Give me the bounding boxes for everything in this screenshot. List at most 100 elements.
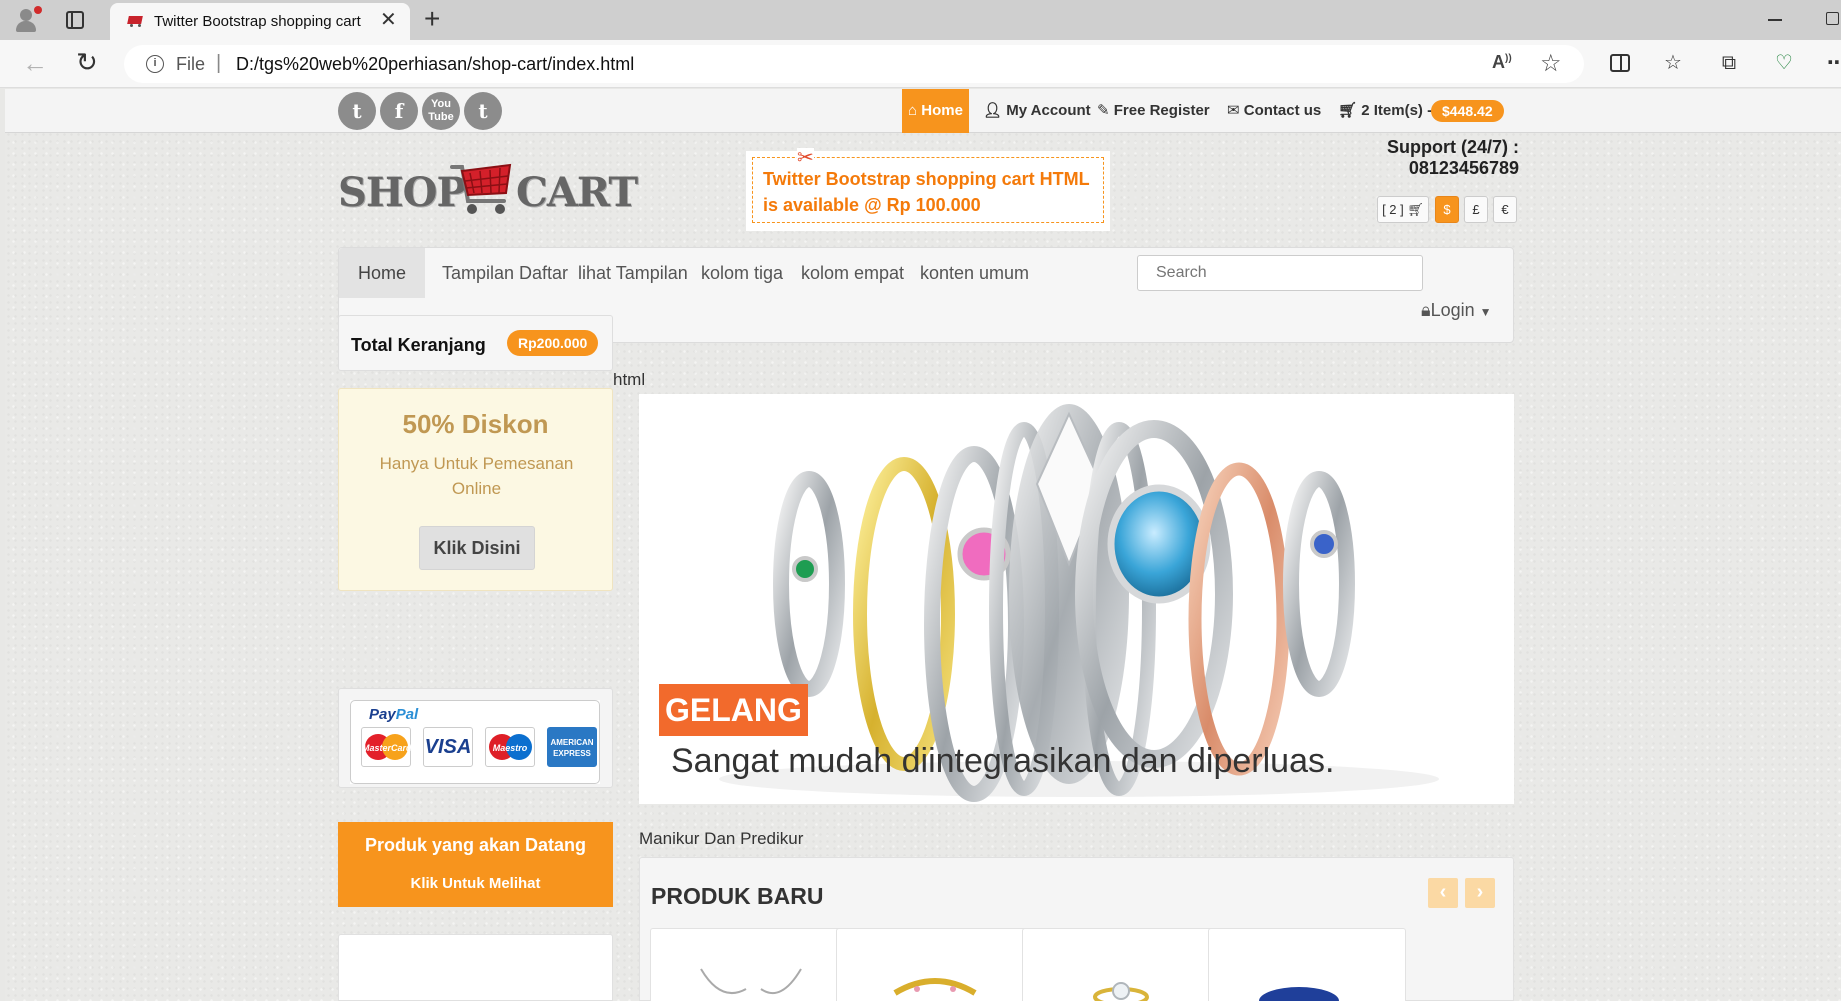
star-icon[interactable]: ☆	[1540, 49, 1562, 78]
top-nav-register[interactable]: ✎ Free Register	[1097, 89, 1210, 133]
tab-actions-icon[interactable]	[66, 11, 84, 29]
slide-caption: Sangat mudah diintegrasikan dan diperlua…	[671, 742, 1335, 780]
search-input[interactable]	[1137, 255, 1423, 291]
new-products-title: PRODUK BARU	[651, 883, 824, 909]
collections-icon[interactable]: ⧉	[1718, 52, 1740, 74]
url-field[interactable]: i File | D:/tgs%20web%20perhiasan/shop-c…	[124, 45, 1584, 83]
diamond-ring-image	[1093, 982, 1149, 1001]
cart-total-panel: Total Keranjang Rp200.000	[338, 315, 613, 371]
currency-euro[interactable]: €	[1493, 196, 1517, 223]
product-thumbnail[interactable]	[1022, 928, 1220, 1001]
top-nav-home-label: Home	[921, 102, 963, 119]
paypal-card-border: PayPal MasterCard VISA Maestro AMERICAN …	[350, 700, 600, 784]
payment-panel: PayPal MasterCard VISA Maestro AMERICAN …	[338, 688, 613, 788]
nav-home[interactable]: Home	[339, 248, 426, 298]
nav-konten-umum[interactable]: konten umum	[901, 248, 1048, 298]
top-nav-register-label: Free Register	[1113, 102, 1210, 119]
more-icon[interactable]: ⋯	[1826, 52, 1841, 74]
close-icon[interactable]: ✕	[380, 10, 397, 30]
discount-button[interactable]: Klik Disini	[419, 526, 535, 570]
necklace-image	[700, 968, 802, 994]
minimize-icon[interactable]	[1768, 19, 1782, 21]
support-phone: Support (24/7) : 08123456789	[1386, 137, 1519, 178]
plus-icon[interactable]: +	[424, 4, 440, 34]
url-separator: |	[216, 52, 222, 74]
scissors-icon: ✂	[797, 147, 814, 169]
top-nav-account[interactable]: 👤︎ My Account	[983, 89, 1091, 133]
mastercard-label: MasterCard	[362, 743, 412, 753]
product-thumbnail[interactable]	[650, 928, 848, 1001]
hero-slider[interactable]: GELANG Sangat mudah diintegrasikan dan d…	[639, 394, 1514, 804]
youtube-icon[interactable]: You Tube	[422, 92, 460, 130]
cart-icon: 🛒︎	[1407, 202, 1424, 217]
mini-cart-button[interactable]: [ 2 ] 🛒︎	[1377, 196, 1429, 223]
cart-total-badge: $448.42	[1431, 100, 1504, 122]
top-nav-cart-label: 2 Item(s) -	[1361, 102, 1433, 119]
tab-title: Twitter Bootstrap shopping cart	[154, 13, 361, 30]
upcoming-link[interactable]: Klik Untuk Melihat	[338, 875, 613, 892]
amex-icon: AMERICAN EXPRESS	[547, 727, 597, 767]
facebook-icon[interactable]: f	[380, 92, 418, 130]
back-icon[interactable]: ←	[22, 50, 48, 76]
caret-down-icon: ▼	[1479, 305, 1492, 319]
reload-icon[interactable]: ↻	[76, 49, 98, 75]
product-thumbnail[interactable]	[836, 928, 1034, 1001]
top-nav-home[interactable]: ⌂ Home	[902, 89, 969, 133]
read-aloud-icon[interactable]: A))	[1492, 52, 1512, 73]
shop-cart-logo[interactable]: SHOP CART	[338, 155, 638, 221]
cart-favicon-icon	[126, 14, 144, 28]
promo-line-1: Twitter Bootstrap shopping cart HTML	[763, 169, 1090, 189]
top-nav-contact[interactable]: ✉ Contact us	[1227, 89, 1321, 133]
user-icon: 👤︎	[983, 102, 1003, 119]
currency-dollar[interactable]: $	[1435, 196, 1459, 223]
currency-pound[interactable]: £	[1464, 196, 1488, 223]
amex-label: AMERICAN EXPRESS	[550, 738, 594, 758]
discount-panel: 50% Diskon Hanya Untuk Pemesanan Online …	[338, 388, 613, 591]
maestro-label: Maestro	[492, 743, 528, 753]
logo-text-cart: CART	[516, 169, 638, 216]
product-thumbnail[interactable]	[1208, 928, 1406, 1001]
lock-icon: 🔒︎	[1421, 300, 1431, 320]
envelope-icon: ✉	[1227, 102, 1240, 119]
promo-coupon: ✂ Twitter Bootstrap shopping cart HTML i…	[752, 148, 1104, 223]
carousel-next-button[interactable]: ›	[1465, 878, 1495, 908]
login-label: Login	[1430, 300, 1475, 320]
logo-text-shop: SHOP	[338, 169, 467, 216]
new-products-panel: PRODUK BARU ‹ ›	[639, 857, 1514, 1001]
visa-icon: VISA	[423, 727, 473, 767]
favorites-icon[interactable]: ☆	[1662, 52, 1684, 74]
carousel-prev-button[interactable]: ‹	[1428, 878, 1458, 908]
maximize-icon[interactable]	[1826, 12, 1839, 25]
paypal-suffix: Pal	[395, 706, 419, 723]
sapphire-ring-image	[1259, 987, 1339, 1001]
url-scheme: File	[176, 54, 206, 74]
tumblr-icon[interactable]: t	[464, 92, 502, 130]
slide-label: GELANG	[659, 684, 808, 736]
section-label: Manikur Dan Predikur	[639, 829, 804, 848]
url-text[interactable]: D:/tgs%20web%20perhiasan/shop-cart/index…	[236, 54, 634, 75]
paypal-prefix: Pay	[369, 706, 396, 723]
browser-tab[interactable]: Twitter Bootstrap shopping cart ✕	[110, 3, 410, 40]
twitter-icon[interactable]: t	[338, 92, 376, 130]
edit-icon: ✎	[1097, 102, 1110, 119]
top-nav-account-label: My Account	[1006, 102, 1091, 119]
web-page: t f You Tube t ⌂ Home 👤︎ My Account ✎ Fr…	[5, 89, 1841, 1001]
discount-text: Hanya Untuk Pemesanan Online	[379, 454, 574, 498]
promo-line-2: is available @ Rp 100.000	[763, 195, 981, 215]
cart-total-value: Rp200.000	[507, 330, 599, 356]
profile-icon[interactable]	[12, 6, 44, 34]
paypal-logo: PayPal	[369, 706, 418, 723]
split-screen-icon[interactable]	[1610, 54, 1630, 72]
address-bar: ← ↻ i File | D:/tgs%20web%20perhiasan/sh…	[0, 40, 1841, 88]
trolley-icon	[450, 163, 512, 214]
login-dropdown[interactable]: 🔒︎Login ▼	[1421, 300, 1492, 321]
info-icon[interactable]: i	[146, 55, 164, 73]
promo-box[interactable]: ✂ Twitter Bootstrap shopping cart HTML i…	[746, 148, 1110, 231]
mastercard-icon: MasterCard	[361, 727, 412, 767]
performance-icon[interactable]: ♡	[1773, 52, 1795, 74]
upcoming-products-banner[interactable]: Produk yang akan Datang Klik Untuk Melih…	[338, 822, 613, 907]
paypal-image: PayPal MasterCard VISA Maestro AMERICAN …	[350, 700, 600, 784]
mini-cart-count: [ 2 ]	[1382, 202, 1404, 217]
top-nav-cart[interactable]: 🛒︎ 2 Item(s) -	[1338, 89, 1432, 133]
top-bar: t f You Tube t ⌂ Home 👤︎ My Account ✎ Fr…	[5, 89, 1841, 133]
